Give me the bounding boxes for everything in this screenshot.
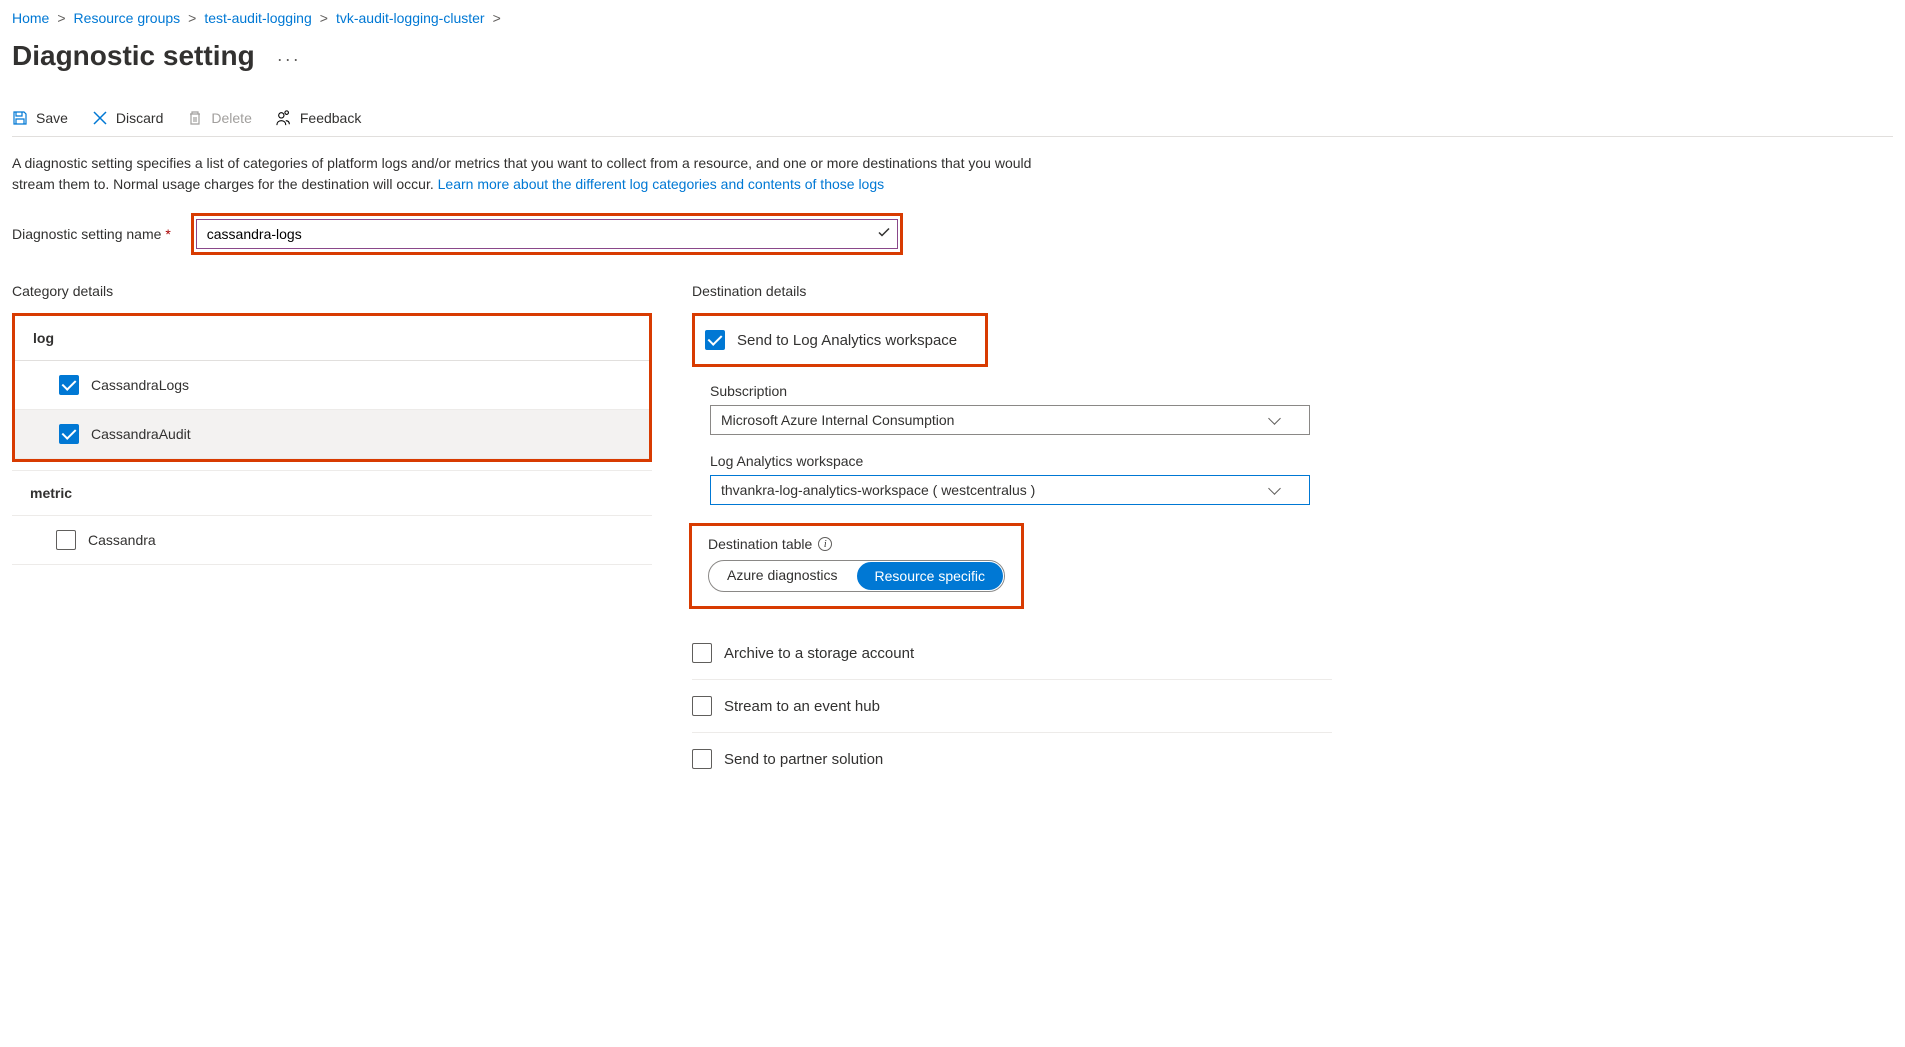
breadcrumb: Home > Resource groups > test-audit-logg… [12,10,1893,26]
subscription-select[interactable]: Microsoft Azure Internal Consumption [710,405,1310,435]
partner-option[interactable]: Send to partner solution [692,733,1332,785]
workspace-select[interactable]: thvankra-log-analytics-workspace ( westc… [710,475,1310,505]
breadcrumb-cluster[interactable]: tvk-audit-logging-cluster [336,10,485,26]
checkbox-partner[interactable] [692,749,712,769]
log-categories-box: log CassandraLogs CassandraAudit [12,313,652,462]
toolbar: Save Discard Delete Feedback [12,100,1893,137]
category-details-column: Category details log CassandraLogs Cassa… [12,283,652,785]
archive-label: Archive to a storage account [724,645,914,662]
destination-details-heading: Destination details [692,283,1332,299]
log-header: log [15,316,649,361]
page-title: Diagnostic setting··· [12,40,1893,72]
partner-label: Send to partner solution [724,751,883,768]
send-la-box: Send to Log Analytics workspace [692,313,988,367]
stream-label: Stream to an event hub [724,698,880,715]
archive-option[interactable]: Archive to a storage account [692,627,1332,680]
destination-table-toggle[interactable]: Azure diagnostics Resource specific [708,560,1005,592]
checkbox-archive[interactable] [692,643,712,663]
workspace-section: Log Analytics workspace thvankra-log-ana… [692,453,1332,505]
ellipsis-icon[interactable]: ··· [277,49,301,69]
save-button[interactable]: Save [12,110,68,126]
feedback-icon [276,110,292,126]
setting-name-input-wrap [191,213,901,255]
discard-button[interactable]: Discard [92,110,163,126]
log-label: CassandraAudit [91,426,191,442]
info-icon[interactable]: i [818,537,832,551]
checkbox-cassandraaudit[interactable] [59,424,79,444]
chevron-right-icon: > [188,10,196,26]
log-row-cassandraaudit[interactable]: CassandraAudit [15,410,649,459]
subscription-section: Subscription Microsoft Azure Internal Co… [692,383,1332,435]
breadcrumb-test-audit-logging[interactable]: test-audit-logging [204,10,311,26]
pill-azure-diagnostics[interactable]: Azure diagnostics [709,561,856,591]
pill-resource-specific[interactable]: Resource specific [855,560,1006,592]
log-label: CassandraLogs [91,377,189,393]
delete-icon [187,110,203,126]
save-icon [12,110,28,126]
close-icon [92,110,108,126]
destination-details-column: Destination details Send to Log Analytic… [692,283,1332,785]
checkbox-stream[interactable] [692,696,712,716]
log-row-cassandralogs[interactable]: CassandraLogs [15,361,649,410]
send-la-label: Send to Log Analytics workspace [737,332,957,349]
workspace-label: Log Analytics workspace [710,453,1332,469]
metric-label: Cassandra [88,532,156,548]
chevron-down-icon [1268,482,1281,495]
destination-table-box: Destination table i Azure diagnostics Re… [689,523,1024,609]
delete-button: Delete [187,110,251,126]
learn-more-link[interactable]: Learn more about the different log categ… [438,176,884,192]
setting-name-row: Diagnostic setting name * [12,213,1893,255]
chevron-down-icon [1268,412,1281,425]
check-icon [877,226,891,243]
chevron-right-icon: > [57,10,65,26]
feedback-button[interactable]: Feedback [276,110,361,126]
breadcrumb-home[interactable]: Home [12,10,49,26]
checkbox-cassandralogs[interactable] [59,375,79,395]
chevron-right-icon: > [493,10,501,26]
category-details-heading: Category details [12,283,652,299]
metric-row-cassandra[interactable]: Cassandra [12,516,652,565]
stream-option[interactable]: Stream to an event hub [692,680,1332,733]
checkbox-send-la[interactable] [705,330,725,350]
setting-name-label: Diagnostic setting name * [12,226,171,242]
description-text: A diagnostic setting specifies a list of… [12,153,1062,195]
setting-name-input[interactable] [196,219,898,249]
breadcrumb-resource-groups[interactable]: Resource groups [74,10,181,26]
metric-header: metric [12,470,652,516]
chevron-right-icon: > [320,10,328,26]
subscription-label: Subscription [710,383,1332,399]
destination-table-label: Destination table i [708,536,1005,552]
checkbox-cassandra-metric[interactable] [56,530,76,550]
